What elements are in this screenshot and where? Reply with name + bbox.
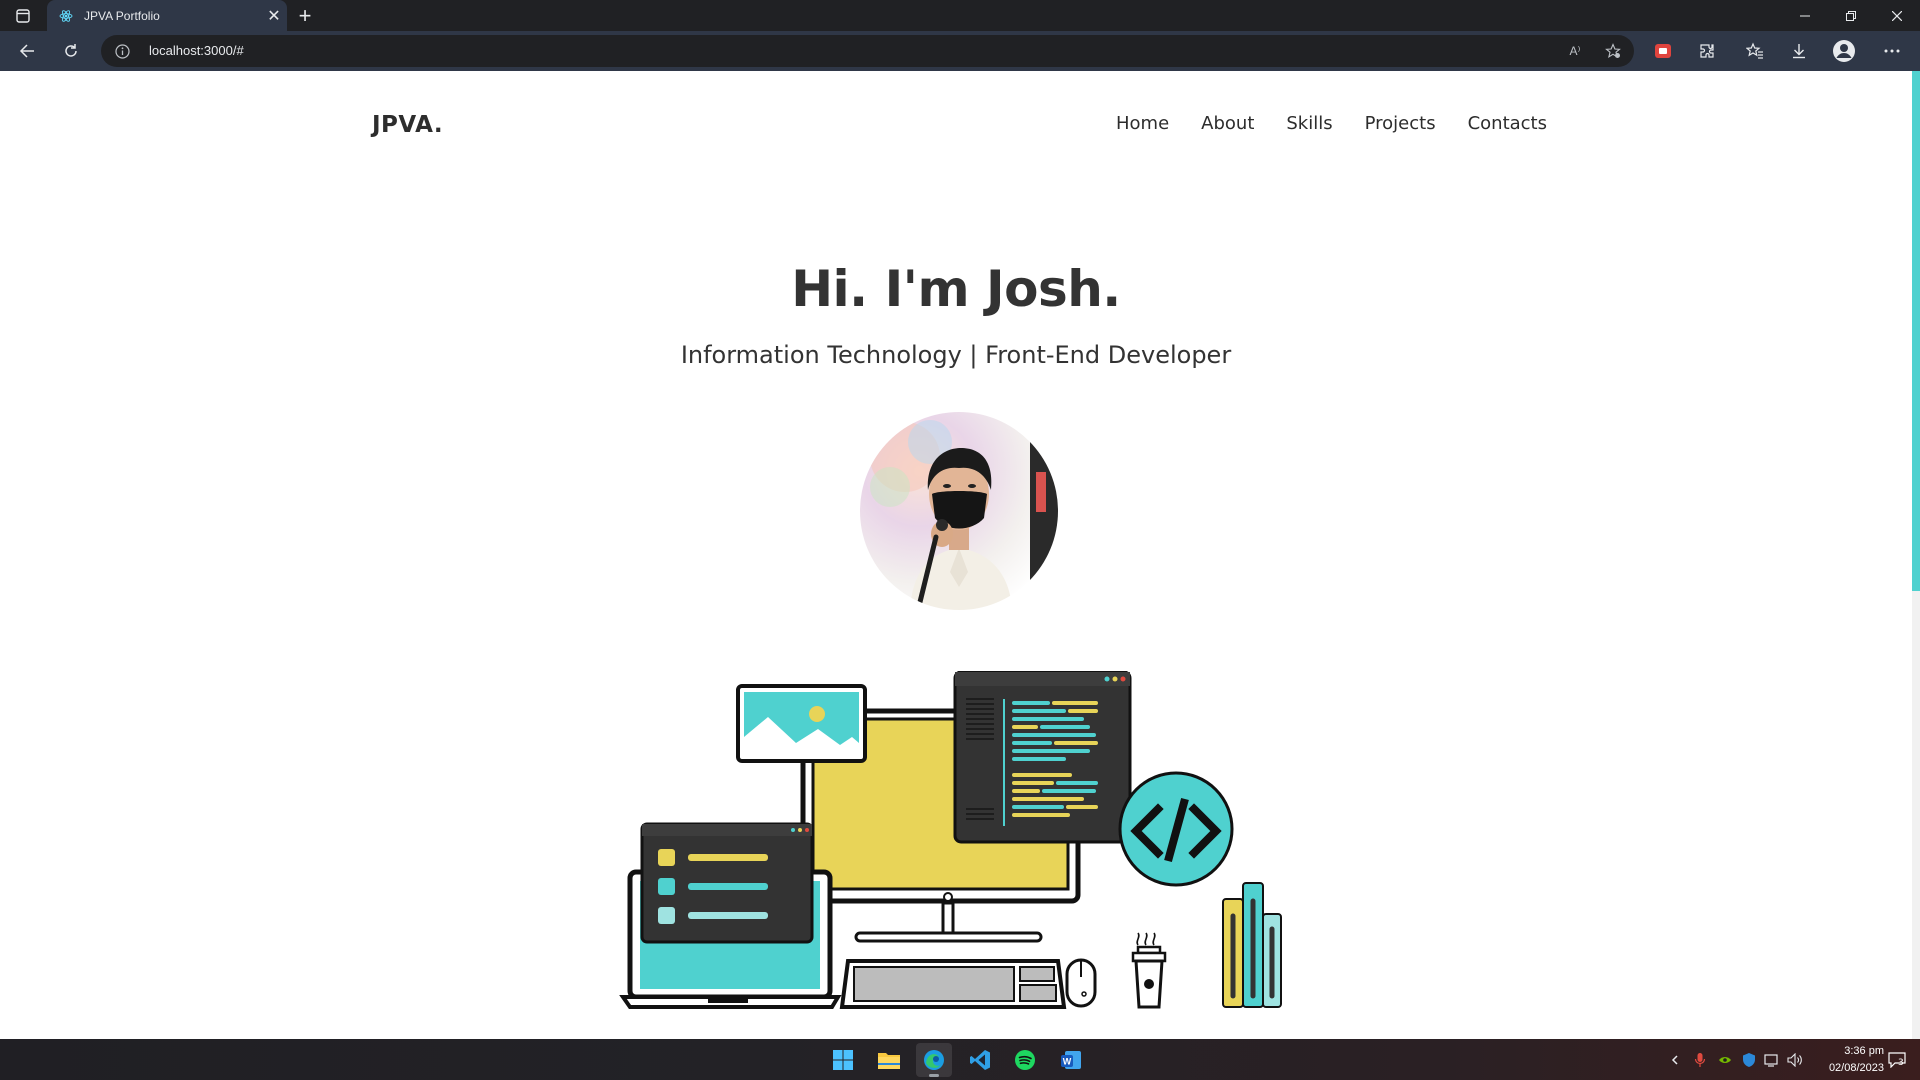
back-icon[interactable]	[13, 37, 41, 65]
word-icon[interactable]: W	[1053, 1043, 1089, 1077]
volume-icon[interactable]	[1786, 1051, 1804, 1069]
browser-tab[interactable]: JPVA Portfolio ✕	[47, 0, 287, 31]
site-nav: Home About Skills Projects Contacts	[1116, 113, 1547, 134]
url-text[interactable]: localhost:3000/#	[149, 43, 244, 58]
nav-skills[interactable]: Skills	[1286, 113, 1332, 134]
edge-icon[interactable]	[916, 1043, 952, 1077]
react-icon	[58, 8, 74, 24]
microphone-icon[interactable]	[1691, 1051, 1709, 1069]
developer-workspace-illustration	[619, 671, 1282, 1009]
restore-icon[interactable]	[1828, 0, 1874, 31]
web-page: JPVA. Home About Skills Projects Contact…	[0, 71, 1912, 1039]
browser-titlebar: JPVA Portfolio ✕ +	[0, 0, 1920, 31]
add-favorite-icon[interactable]	[1603, 41, 1623, 61]
profile-avatar-icon[interactable]	[1832, 39, 1856, 63]
notifications-icon[interactable]: 3	[1886, 1050, 1908, 1070]
minimize-icon[interactable]	[1782, 0, 1828, 31]
nvidia-icon[interactable]	[1716, 1051, 1734, 1069]
nav-contacts[interactable]: Contacts	[1468, 113, 1547, 134]
downloads-icon[interactable]	[1787, 39, 1811, 63]
network-icon[interactable]	[1763, 1051, 1781, 1069]
clock-time: 3:36 pm	[1844, 1045, 1884, 1057]
close-window-icon[interactable]	[1874, 0, 1920, 31]
scrollbar-thumb[interactable]	[1912, 71, 1920, 591]
refresh-icon[interactable]	[57, 37, 85, 65]
extension-red-icon[interactable]	[1651, 39, 1675, 63]
notification-count: 3	[1898, 1058, 1904, 1068]
clock-date: 02/08/2023	[1828, 1062, 1884, 1074]
window-controls	[1782, 0, 1920, 31]
windows-taskbar: W 3:36 pm 02/08/2023 3	[0, 1039, 1920, 1080]
site-brand[interactable]: JPVA.	[372, 112, 443, 138]
security-shield-icon[interactable]	[1740, 1051, 1758, 1069]
windows-start-icon[interactable]	[825, 1043, 861, 1077]
nav-about[interactable]: About	[1201, 113, 1254, 134]
new-tab-button[interactable]: +	[293, 3, 317, 28]
active-app-indicator	[929, 1074, 939, 1077]
spotify-icon[interactable]	[1007, 1043, 1043, 1077]
favorites-icon[interactable]	[1743, 39, 1767, 63]
hero-subtitle: Information Technology | Front-End Devel…	[680, 341, 1232, 369]
file-explorer-icon[interactable]	[871, 1043, 907, 1077]
system-clock[interactable]: 3:36 pm 02/08/2023	[1806, 1043, 1884, 1077]
show-hidden-icon[interactable]	[1666, 1051, 1684, 1069]
vscode-icon[interactable]	[962, 1043, 998, 1077]
tab-actions-icon[interactable]	[12, 6, 34, 26]
nav-home[interactable]: Home	[1116, 113, 1169, 134]
svg-text:W: W	[1063, 1057, 1072, 1067]
nav-projects[interactable]: Projects	[1365, 113, 1436, 134]
tab-title: JPVA Portfolio	[84, 8, 160, 23]
hero-title: Hi. I'm Josh.	[791, 260, 1121, 318]
page-scrollbar[interactable]	[1912, 71, 1920, 1039]
address-bar[interactable]: localhost:3000/# A⁾	[101, 35, 1634, 67]
more-menu-icon[interactable]	[1880, 39, 1904, 63]
read-aloud-icon[interactable]: A⁾	[1565, 41, 1585, 61]
extensions-icon[interactable]	[1695, 39, 1719, 63]
site-info-icon[interactable]	[113, 42, 131, 60]
profile-photo	[860, 412, 1058, 610]
browser-toolbar: localhost:3000/# A⁾	[0, 31, 1920, 71]
close-tab-icon[interactable]: ✕	[261, 3, 287, 29]
